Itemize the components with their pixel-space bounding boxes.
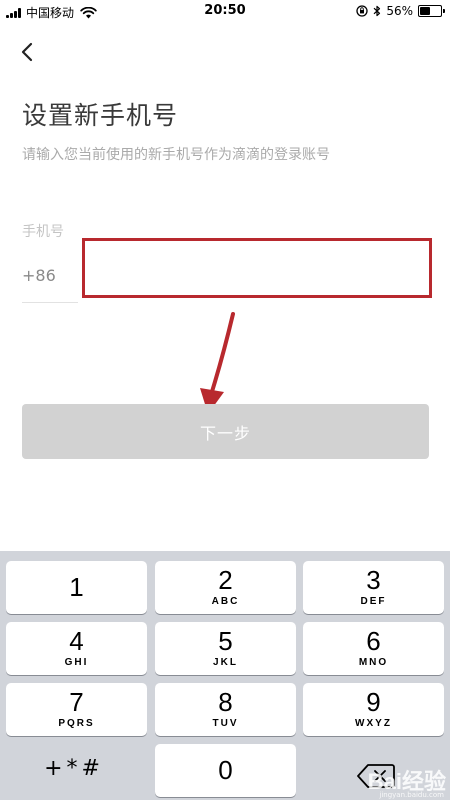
status-right: 56% bbox=[356, 4, 445, 18]
key-digit: 6 bbox=[366, 626, 381, 656]
key-digit: 3 bbox=[366, 565, 381, 595]
key-3[interactable]: 3 DEF bbox=[303, 561, 444, 614]
key-letters: JKL bbox=[213, 657, 238, 668]
key-letters: ABC bbox=[211, 596, 240, 607]
key-digit: 4 bbox=[69, 626, 84, 656]
battery-fill bbox=[420, 7, 430, 15]
key-4[interactable]: 4 GHI bbox=[6, 622, 147, 675]
chevron-left-icon bbox=[21, 42, 33, 62]
country-code-selector[interactable]: +86 bbox=[22, 266, 56, 285]
key-digit: 8 bbox=[218, 687, 233, 717]
key-7[interactable]: 7 PQRS bbox=[6, 683, 147, 736]
next-step-button[interactable]: 下一步 bbox=[22, 404, 429, 459]
key-digit: 7 bbox=[69, 687, 84, 717]
key-6[interactable]: 6 MNO bbox=[303, 622, 444, 675]
key-letters: MNO bbox=[358, 657, 389, 668]
key-digit: 5 bbox=[218, 626, 233, 656]
key-digit: 0 bbox=[218, 755, 233, 785]
key-8[interactable]: 8 TUV bbox=[155, 683, 296, 736]
key-digit: 9 bbox=[366, 687, 381, 717]
key-0[interactable]: 0 bbox=[155, 744, 296, 797]
key-letters: PQRS bbox=[58, 718, 95, 729]
key-letters: DEF bbox=[360, 596, 387, 607]
page-subtitle: 请输入您当前使用的新手机号作为滴滴的登录账号 bbox=[22, 147, 330, 163]
key-digit: 1 bbox=[69, 572, 84, 602]
battery-percent: 56% bbox=[386, 4, 413, 18]
battery-icon bbox=[418, 5, 445, 17]
phone-number-input[interactable] bbox=[82, 238, 432, 298]
symbols-key[interactable]: +*# bbox=[0, 756, 148, 781]
numeric-keypad: 1 2 ABC 3 DEF 4 GHI 5 JKL 6 MNO 7 PQRS 8 TUV 9 WXYZ 0 +*# bbox=[0, 551, 450, 800]
phone-field-label: 手机号 bbox=[22, 224, 64, 240]
orientation-lock-icon bbox=[356, 5, 368, 17]
page-title: 设置新手机号 bbox=[22, 101, 179, 130]
phone-change-screen: 中国移动 20:50 56% 设置新手机号 请输入您当前使用的新手机号作为滴滴的… bbox=[0, 0, 450, 800]
bluetooth-icon bbox=[373, 5, 381, 17]
key-2[interactable]: 2 ABC bbox=[155, 561, 296, 614]
key-9[interactable]: 9 WXYZ bbox=[303, 683, 444, 736]
key-5[interactable]: 5 JKL bbox=[155, 622, 296, 675]
country-code-underline bbox=[22, 302, 78, 303]
backspace-icon[interactable] bbox=[356, 763, 396, 789]
key-letters: GHI bbox=[64, 657, 89, 668]
key-1[interactable]: 1 bbox=[6, 561, 147, 614]
status-bar: 中国移动 20:50 56% bbox=[0, 0, 450, 24]
key-letters: WXYZ bbox=[355, 718, 392, 729]
back-button[interactable] bbox=[14, 38, 44, 68]
battery-tip bbox=[443, 9, 445, 13]
key-digit: 2 bbox=[218, 565, 233, 595]
key-letters: TUV bbox=[212, 718, 239, 729]
